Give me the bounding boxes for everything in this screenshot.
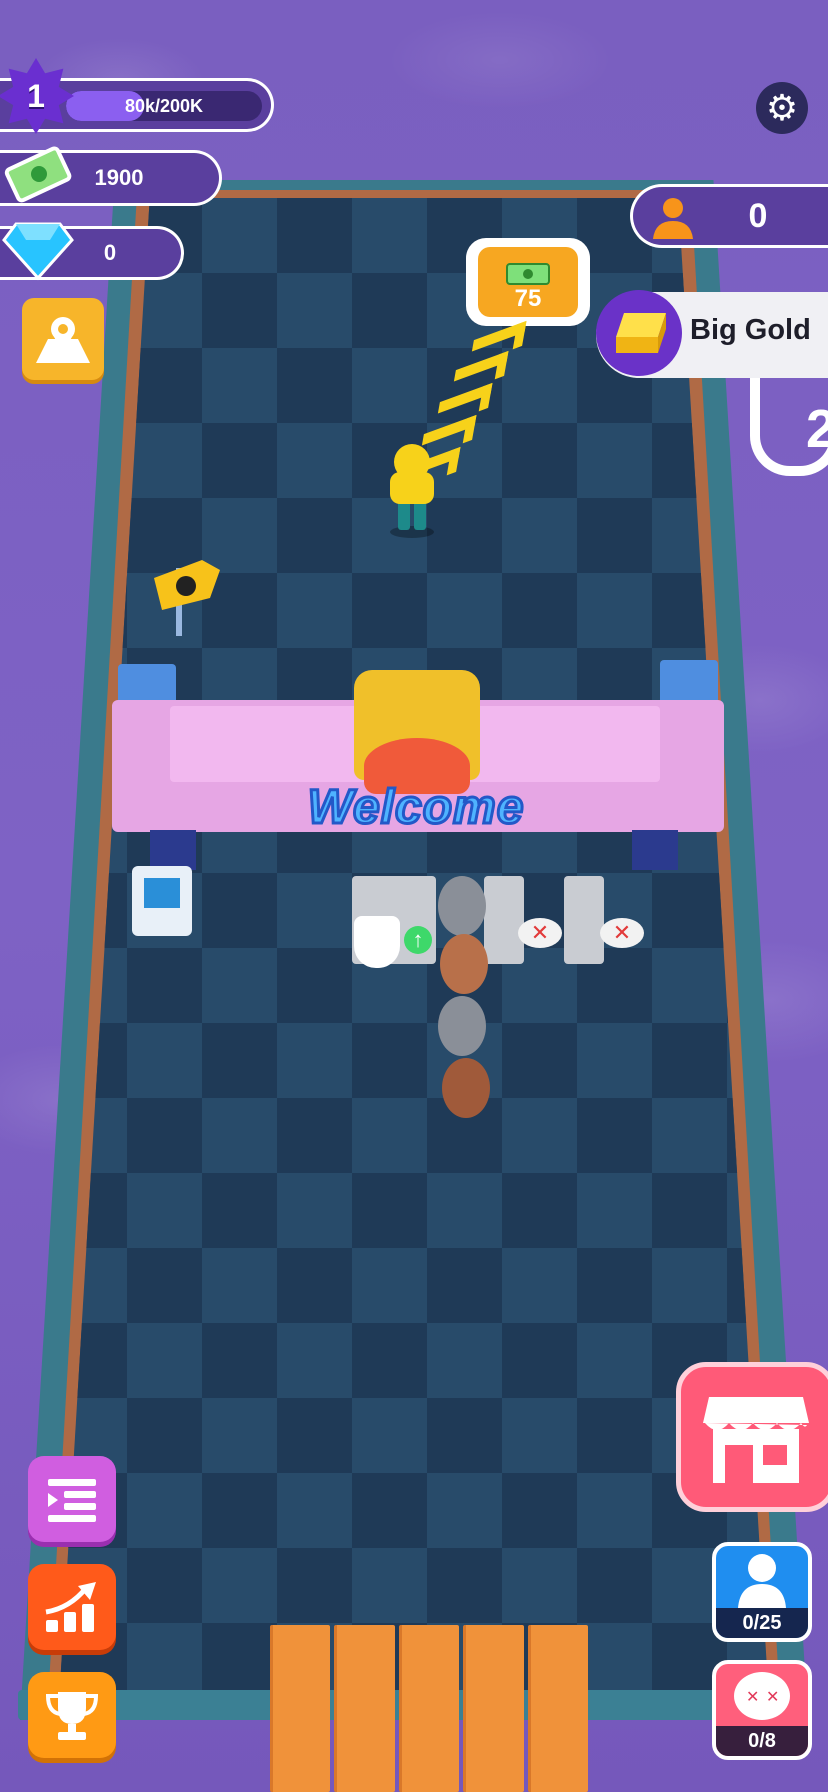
gold-bar-icon	[616, 313, 666, 353]
guest-counter-panel: 0	[630, 184, 828, 248]
welcome-sign-text: Welcome	[306, 780, 525, 836]
arch-pillar-left	[150, 830, 196, 870]
bridge-plank	[270, 1625, 331, 1792]
map-button[interactable]	[22, 298, 104, 380]
settings-button[interactable]: ⚙	[756, 82, 808, 134]
skull-icon: ✕ ✕	[734, 1672, 790, 1720]
locked-gate-icon: ✕	[518, 918, 562, 948]
xp-progress-text: 80k/200K	[124, 95, 204, 116]
locked-gate-icon: ✕	[600, 918, 644, 948]
queue-guest	[442, 1058, 490, 1118]
leaderboard-button[interactable]	[28, 1672, 116, 1758]
shop-button[interactable]	[676, 1362, 828, 1512]
person-icon	[738, 1554, 786, 1608]
cash-pickup-amount: 75	[514, 285, 542, 312]
level-number: 1	[27, 77, 45, 114]
cash-pickup-bubble[interactable]: 75	[466, 238, 590, 326]
entrance-bridge	[270, 1625, 589, 1792]
staff-capacity-text: 0/8	[716, 1726, 808, 1756]
staff-capacity-button[interactable]: ✕ ✕ 0/8	[712, 1660, 812, 1760]
queue-guest	[438, 876, 486, 936]
bridge-plank	[463, 1625, 524, 1792]
quest-partial-number: 2	[806, 399, 828, 459]
growth-chart-icon	[45, 1582, 96, 1632]
queue-guest	[440, 934, 488, 994]
banknote-icon	[506, 263, 550, 285]
bridge-plank	[398, 1625, 460, 1792]
bridge-plank	[334, 1625, 395, 1792]
shop-icon	[703, 1397, 809, 1483]
direction-sign	[154, 560, 220, 636]
svg-text:✕: ✕	[766, 1687, 779, 1706]
upgrades-button[interactable]	[28, 1564, 116, 1650]
trophy-icon	[45, 1692, 99, 1740]
task-list-button[interactable]	[28, 1456, 116, 1542]
turnstile	[564, 876, 604, 964]
list-icon	[48, 1479, 96, 1522]
person-icon	[653, 198, 693, 239]
gear-icon: ⚙	[765, 87, 799, 128]
bridge-plank	[527, 1625, 589, 1792]
map-pin-icon	[36, 317, 90, 363]
svg-text:✕: ✕	[746, 1687, 759, 1706]
kiosk-screen	[144, 878, 180, 908]
xp-progress-bar: 80k/200K	[66, 91, 262, 121]
player-character	[390, 444, 434, 538]
toilet-bowl	[354, 916, 400, 968]
queue-guest	[438, 996, 486, 1056]
cash-icon	[4, 146, 72, 203]
diamond-icon	[2, 222, 74, 281]
upgrade-arrow-icon[interactable]: ↑	[404, 926, 432, 954]
turnstile	[484, 876, 524, 964]
cash-pickup-tile: 75	[478, 247, 578, 317]
visitor-capacity-text: 0/25	[716, 1608, 808, 1638]
big-gold-label: Big Gold	[690, 314, 811, 346]
arch-pillar-right	[632, 830, 678, 870]
visitor-capacity-button[interactable]: 0/25	[712, 1542, 812, 1642]
guest-count: 0	[748, 196, 768, 235]
gold-bar-badge	[596, 290, 682, 376]
cash-amount: 1900	[94, 165, 144, 190]
